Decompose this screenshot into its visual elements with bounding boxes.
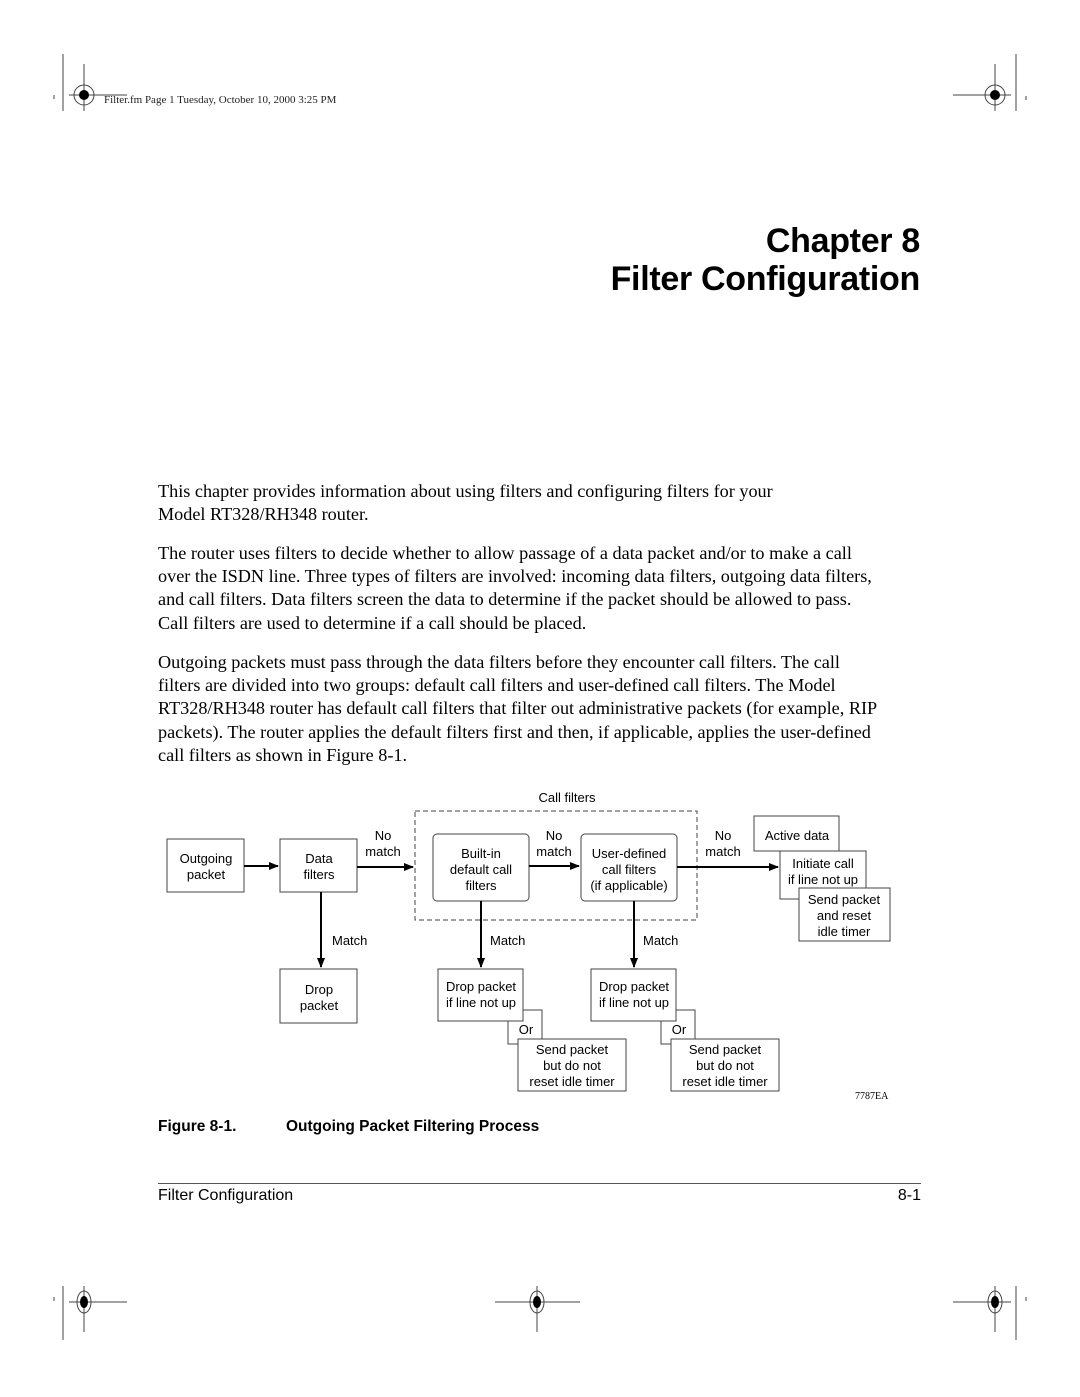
- svg-text:filters: filters: [465, 878, 497, 893]
- node-label: reset idle timer: [529, 1074, 615, 1089]
- footer-page-number: 8-1: [897, 1187, 921, 1204]
- svg-text:Match: Match: [332, 933, 367, 948]
- node-label: idle timer: [818, 924, 871, 939]
- node-label: filters: [303, 867, 335, 882]
- edge-label: match: [536, 844, 571, 859]
- node-label: packet: [300, 998, 339, 1013]
- svg-text:Drop packet: Drop packet: [599, 979, 669, 994]
- node-label: filters: [465, 878, 497, 893]
- svg-text:Outgoing: Outgoing: [180, 851, 233, 866]
- svg-text:if line not up: if line not up: [446, 995, 516, 1010]
- call-filters-group-label: Call filters: [538, 790, 596, 805]
- node-label: but do not: [696, 1058, 754, 1073]
- svg-text:Data: Data: [305, 851, 333, 866]
- svg-text:Or: Or: [672, 1022, 687, 1037]
- svg-text:Or: Or: [519, 1022, 534, 1037]
- node-label: Initiate call: [792, 856, 854, 871]
- footer-section: Filter Configuration: [158, 1187, 294, 1204]
- node-label: Send packet: [808, 892, 881, 907]
- node-label: if line not up: [446, 995, 516, 1010]
- node-label: if line not up: [599, 995, 669, 1010]
- svg-text:but do not: but do not: [543, 1058, 601, 1073]
- node-label: Send packet: [689, 1042, 762, 1057]
- svg-text:Send packet: Send packet: [689, 1042, 762, 1057]
- svg-text:Drop: Drop: [305, 982, 333, 997]
- node-label: Drop: [305, 982, 333, 997]
- node-label: packet: [187, 867, 226, 882]
- node-label: Drop packet: [599, 979, 669, 994]
- node-label: call filters: [602, 862, 657, 877]
- node-label: but do not: [543, 1058, 601, 1073]
- node-label: Or: [519, 1022, 534, 1037]
- svg-text:Match: Match: [490, 933, 525, 948]
- node-label: Outgoing: [180, 851, 233, 866]
- node-label: if line not up: [788, 872, 858, 887]
- edge-label: No: [715, 828, 732, 843]
- node-label: Send packet: [536, 1042, 609, 1057]
- edge-label: Match: [332, 933, 367, 948]
- svg-text:reset idle timer: reset idle timer: [529, 1074, 615, 1089]
- svg-text:match: match: [536, 844, 571, 859]
- node-label: default call: [450, 862, 512, 877]
- edge-label: Match: [643, 933, 678, 948]
- svg-text:but do not: but do not: [696, 1058, 754, 1073]
- node-label: (if applicable): [590, 878, 667, 893]
- svg-text:(if applicable): (if applicable): [590, 878, 667, 893]
- svg-text:if line not up: if line not up: [599, 995, 669, 1010]
- svg-text:if line not up: if line not up: [788, 872, 858, 887]
- svg-text:Initiate call: Initiate call: [792, 856, 854, 871]
- svg-text:default call: default call: [450, 862, 512, 877]
- svg-text:No: No: [546, 828, 563, 843]
- footer-divider: [158, 1183, 921, 1184]
- svg-text:idle timer: idle timer: [818, 924, 871, 939]
- svg-text:match: match: [705, 844, 740, 859]
- edge-label: match: [705, 844, 740, 859]
- figure-title: Outgoing Packet Filtering Process: [286, 1118, 540, 1135]
- svg-text:No: No: [715, 828, 732, 843]
- svg-text:User-defined: User-defined: [592, 846, 666, 861]
- edge-label: No: [546, 828, 563, 843]
- svg-text:Built-in: Built-in: [461, 846, 501, 861]
- figure-caption: Figure 8-1. Outgoing Packet Filtering Pro…: [158, 1118, 539, 1136]
- svg-text:packet: packet: [187, 867, 226, 882]
- node-label: Drop packet: [446, 979, 516, 994]
- svg-text:No: No: [375, 828, 392, 843]
- svg-text:match: match: [365, 844, 400, 859]
- node-label: Data: [305, 851, 333, 866]
- edge-label: Match: [490, 933, 525, 948]
- node-label: Or: [672, 1022, 687, 1037]
- node-label: and reset: [817, 908, 872, 923]
- figure-id: 7787EA: [855, 1091, 889, 1102]
- svg-text:Drop packet: Drop packet: [446, 979, 516, 994]
- svg-text:call filters: call filters: [602, 862, 657, 877]
- node-label: User-defined: [592, 846, 666, 861]
- svg-text:and reset: and reset: [817, 908, 872, 923]
- svg-text:Active data: Active data: [765, 828, 830, 843]
- svg-text:Match: Match: [643, 933, 678, 948]
- svg-text:packet: packet: [300, 998, 339, 1013]
- node-label: Built-in: [461, 846, 501, 861]
- svg-text:Send packet: Send packet: [808, 892, 881, 907]
- svg-text:filters: filters: [303, 867, 335, 882]
- edge-label: match: [365, 844, 400, 859]
- edge-label: No: [375, 828, 392, 843]
- node-label: reset idle timer: [682, 1074, 768, 1089]
- svg-text:reset idle timer: reset idle timer: [682, 1074, 768, 1089]
- node-label: Active data: [765, 828, 830, 843]
- figure-number: Figure 8-1.: [158, 1118, 237, 1135]
- svg-text:Send packet: Send packet: [536, 1042, 609, 1057]
